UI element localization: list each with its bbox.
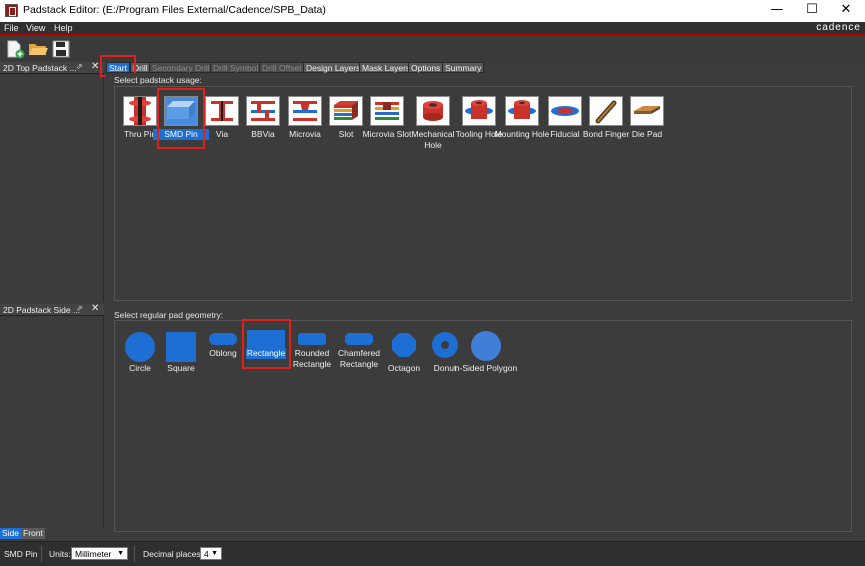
float-panel-icon[interactable]: ⇗ [76,304,83,313]
open-folder-icon[interactable] [28,39,48,59]
mounting-hole-icon [505,96,539,126]
bond-finger-icon [589,96,623,126]
units-select[interactable]: Millimeter ▼ [71,547,128,560]
usage-mechanical-hole[interactable]: Mechanical Hole [409,96,457,156]
chevron-down-icon: ▼ [211,550,218,557]
window-title: Padstack Editor: (E:/Program Files Exter… [23,4,326,16]
microvia-slot-icon [370,96,404,126]
view-tabs: Side Front [0,528,104,539]
title-bar: Padstack Editor: (E:/Program Files Exter… [0,0,865,22]
status-divider [134,546,135,562]
side-view-panel-title: 2D Padstack Side ... [3,305,81,315]
tab-front-view[interactable]: Front [21,528,45,539]
thru-pin-icon [123,96,157,126]
close-panel-icon[interactable]: ✕ [91,61,99,72]
save-icon[interactable] [51,39,71,59]
menu-file[interactable]: File [4,23,19,33]
top-view-panel-header: 2D Top Padstack ... ⇗ ✕ [0,61,104,74]
status-divider [41,546,42,562]
top-view-panel-title: 2D Top Padstack ... [3,63,77,73]
mechanical-hole-icon [416,96,450,126]
usage-label: Die Pad [631,129,663,139]
n-sided-polygon-shape-icon [471,331,501,361]
decimal-places-select[interactable]: 4 ▼ [200,547,222,560]
close-panel-icon[interactable]: ✕ [91,303,99,314]
decimal-places-value: 4 [204,549,209,559]
usage-die-pad[interactable]: Die Pad [623,96,671,156]
usage-section-label: Select padstack usage: [114,75,202,85]
menu-view[interactable]: View [26,23,45,33]
geometry-label: n-Sided Polygon [454,363,518,373]
tab-mask-layers[interactable]: Mask Layers [359,62,414,73]
tab-secondary-drill[interactable]: Secondary Drill [149,62,213,73]
new-file-icon[interactable] [5,39,25,59]
tab-design-layers[interactable]: Design Layers [303,62,364,73]
rounded-rectangle-shape-icon [298,333,326,345]
menu-bar: File View Help cadence [0,22,865,36]
close-button[interactable]: ✕ [824,0,865,22]
chamfered-rectangle-shape-icon [345,333,373,345]
bbvia-icon [246,96,280,126]
geometry-n-sided-polygon[interactable]: n-Sided Polygon [455,330,517,386]
tab-summary[interactable]: Summary [442,62,485,73]
usage-mounting-hole[interactable]: Mounting Hole [495,96,549,156]
cadence-logo: cadence [816,22,861,33]
menu-help[interactable]: Help [54,23,73,33]
geometry-oblong[interactable]: Oblong [199,330,247,376]
tab-drill-offset[interactable]: Drill Offset [259,62,305,73]
via-icon [205,96,239,126]
padstack-editor-app-icon [5,4,18,17]
units-value: Millimeter [75,549,112,559]
fiducial-icon [548,96,582,126]
donut-hole [441,341,449,349]
usage-microvia-slot[interactable]: Microvia Slot [363,96,411,156]
slot-icon [329,96,363,126]
tab-options[interactable]: Options [408,62,444,73]
die-pad-icon [630,96,664,126]
float-panel-icon[interactable]: ⇗ [76,62,83,71]
geometry-section-label: Select regular pad geometry: [114,310,224,320]
tooling-hole-icon [462,96,496,126]
microvia-icon [288,96,322,126]
decimal-places-label: Decimal places: [143,549,203,559]
octagon-shape-icon [392,333,416,357]
status-bar: SMD Pin Units: Millimeter ▼ Decimal plac… [0,541,865,566]
tab-drill-symbol[interactable]: Drill Symbol [210,62,262,73]
chevron-down-icon: ▼ [117,550,124,557]
usage-bbvia[interactable]: BBVia [239,96,287,156]
side-view-panel-canvas[interactable] [0,316,104,528]
circle-shape-icon [125,332,155,362]
oblong-shape-icon [209,333,237,345]
tab-side-view[interactable]: Side [0,528,22,539]
side-view-panel-header: 2D Padstack Side ... ⇗ ✕ [0,303,104,316]
usage-status: SMD Pin [4,549,38,559]
usage-tooling-hole[interactable]: Tooling Hole [455,96,503,156]
top-view-panel-canvas[interactable] [0,74,104,302]
units-label: Units: [49,549,71,559]
